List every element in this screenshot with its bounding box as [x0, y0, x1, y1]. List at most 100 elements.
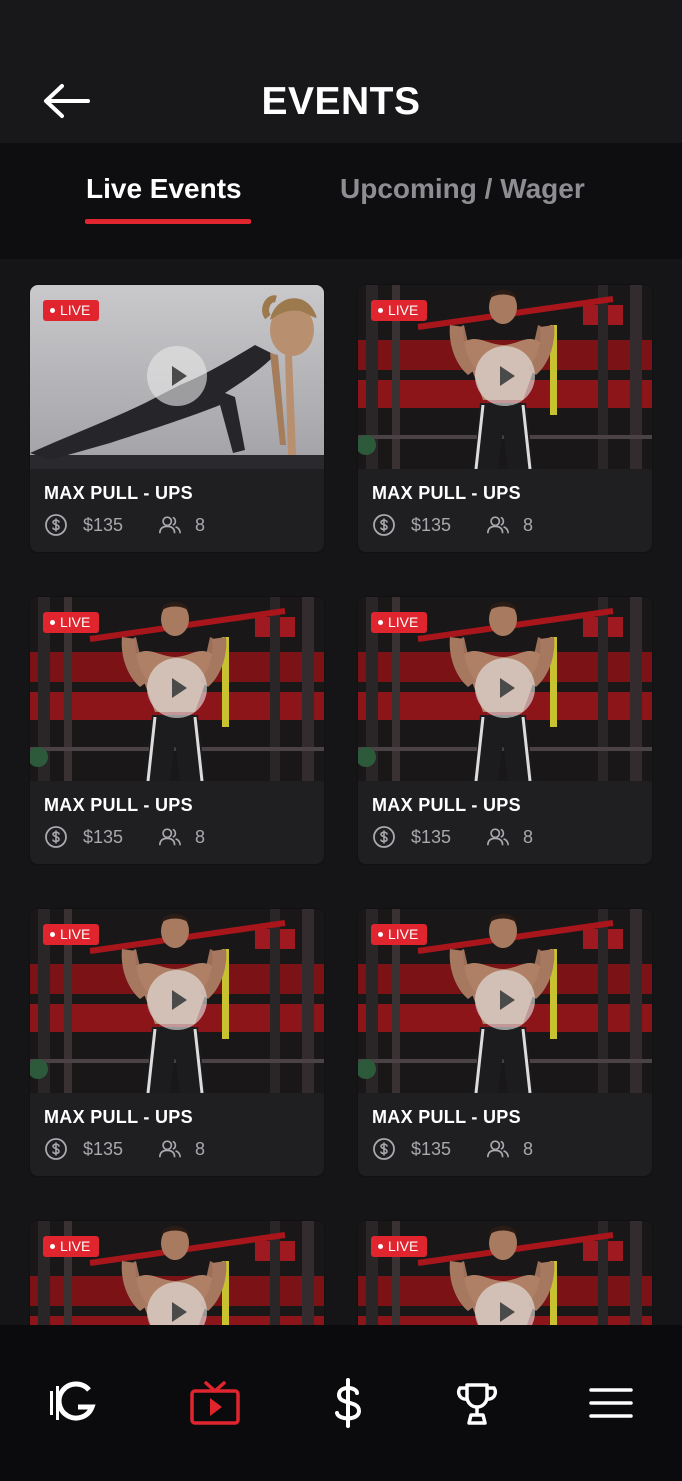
event-price: $135	[83, 514, 124, 535]
play-icon	[500, 1302, 515, 1322]
event-title: MAX PULL - UPS	[44, 795, 193, 815]
dollar-icon	[335, 1378, 362, 1428]
participants-icon	[487, 516, 510, 534]
live-badge: LIVE	[43, 612, 100, 633]
nav-home[interactable]	[45, 1375, 105, 1431]
event-participants: 8	[195, 826, 206, 847]
event-card[interactable]: LIVE MAX PULL - UPS $135 8	[30, 285, 324, 552]
event-title: MAX PULL - UPS	[372, 483, 521, 503]
participants-icon	[159, 828, 182, 846]
tab-bar: Live Events Upcoming / Wager	[0, 143, 682, 259]
live-badge-label: LIVE	[388, 302, 419, 318]
participants-icon	[487, 828, 510, 846]
dollar-circle-icon	[373, 514, 395, 536]
play-button[interactable]	[475, 658, 535, 718]
play-button[interactable]	[475, 970, 535, 1030]
event-card[interactable]: LIVE MAX PULL - UPS $135 8	[358, 909, 652, 1176]
live-dot-icon	[378, 308, 383, 313]
bottom-nav	[0, 1325, 682, 1481]
event-thumbnail[interactable]: LIVE	[30, 285, 324, 469]
nav-leaderboard[interactable]	[447, 1375, 507, 1431]
live-badge-label: LIVE	[60, 1238, 91, 1254]
play-button[interactable]	[147, 346, 207, 406]
event-thumbnail[interactable]: LIVE	[358, 909, 652, 1093]
tab-upcoming-wager[interactable]: Upcoming / Wager	[340, 173, 585, 205]
event-card[interactable]: LIVE MAX PULL - UPS $135 8	[358, 285, 652, 552]
live-badge: LIVE	[371, 924, 428, 945]
live-badge: LIVE	[43, 924, 100, 945]
event-participants: 8	[523, 1138, 534, 1159]
live-badge: LIVE	[371, 1236, 428, 1257]
play-icon	[172, 1302, 187, 1322]
dollar-circle-icon	[45, 826, 67, 848]
event-title: MAX PULL - UPS	[372, 1107, 521, 1127]
nav-menu[interactable]	[581, 1375, 641, 1431]
live-dot-icon	[50, 1244, 55, 1249]
events-grid: LIVE MAX PULL - UPS $135 8 LIVE MAX PULL - U…	[0, 259, 682, 1325]
play-button[interactable]	[475, 346, 535, 406]
event-title: MAX PULL - UPS	[44, 483, 193, 503]
header: EVENTS	[0, 0, 682, 143]
play-icon	[172, 366, 187, 386]
event-thumbnail[interactable]: LIVE	[30, 909, 324, 1093]
live-dot-icon	[50, 308, 55, 313]
event-meta: $135 8	[372, 513, 533, 537]
event-card[interactable]: LIVE	[30, 1221, 324, 1325]
dollar-circle-icon	[45, 1138, 67, 1160]
event-thumbnail[interactable]: LIVE	[30, 1221, 324, 1325]
event-card[interactable]: LIVE MAX PULL - UPS $135 8	[358, 597, 652, 864]
event-price: $135	[83, 826, 124, 847]
live-badge-label: LIVE	[388, 926, 419, 942]
live-dot-icon	[378, 1244, 383, 1249]
live-dot-icon	[378, 932, 383, 937]
nav-wallet[interactable]	[318, 1375, 378, 1431]
tab-live-events[interactable]: Live Events	[86, 173, 242, 205]
participants-icon	[159, 1140, 182, 1158]
live-badge: LIVE	[371, 612, 428, 633]
play-button[interactable]	[147, 658, 207, 718]
menu-icon	[589, 1388, 633, 1418]
live-badge: LIVE	[43, 300, 100, 321]
participants-icon	[487, 1140, 510, 1158]
participants-icon	[159, 516, 182, 534]
event-meta: $135 8	[44, 1137, 205, 1161]
live-dot-icon	[50, 932, 55, 937]
live-dot-icon	[50, 620, 55, 625]
play-icon	[172, 990, 187, 1010]
event-thumbnail[interactable]: LIVE	[358, 597, 652, 781]
event-price: $135	[411, 1138, 452, 1159]
live-badge-label: LIVE	[60, 302, 91, 318]
live-badge: LIVE	[371, 300, 428, 321]
brand-logo-icon	[50, 1381, 96, 1421]
play-button[interactable]	[147, 970, 207, 1030]
event-thumbnail[interactable]: LIVE	[358, 285, 652, 469]
event-participants: 8	[195, 1138, 206, 1159]
event-price: $135	[411, 514, 452, 535]
event-thumbnail[interactable]: LIVE	[30, 597, 324, 781]
event-card[interactable]: LIVE	[358, 1221, 652, 1325]
live-badge-label: LIVE	[388, 614, 419, 630]
event-card[interactable]: LIVE MAX PULL - UPS $135 8	[30, 597, 324, 864]
event-card[interactable]: LIVE MAX PULL - UPS $135 8	[30, 909, 324, 1176]
event-title: MAX PULL - UPS	[372, 795, 521, 815]
live-badge: LIVE	[43, 1236, 100, 1257]
nav-live[interactable]	[185, 1375, 245, 1431]
play-icon	[172, 678, 187, 698]
event-meta: $135 8	[44, 825, 205, 849]
dollar-circle-icon	[373, 1138, 395, 1160]
live-badge-label: LIVE	[388, 1238, 419, 1254]
event-participants: 8	[523, 826, 534, 847]
play-icon	[500, 366, 515, 386]
event-participants: 8	[195, 514, 206, 535]
trophy-icon	[456, 1383, 498, 1425]
live-badge-label: LIVE	[60, 926, 91, 942]
event-meta: $135 8	[44, 513, 205, 537]
event-meta: $135 8	[372, 825, 533, 849]
event-price: $135	[83, 1138, 124, 1159]
event-participants: 8	[523, 514, 534, 535]
live-badge-label: LIVE	[60, 614, 91, 630]
event-thumbnail[interactable]: LIVE	[358, 1221, 652, 1325]
page-title: EVENTS	[261, 80, 421, 123]
event-title: MAX PULL - UPS	[44, 1107, 193, 1127]
play-icon	[500, 678, 515, 698]
